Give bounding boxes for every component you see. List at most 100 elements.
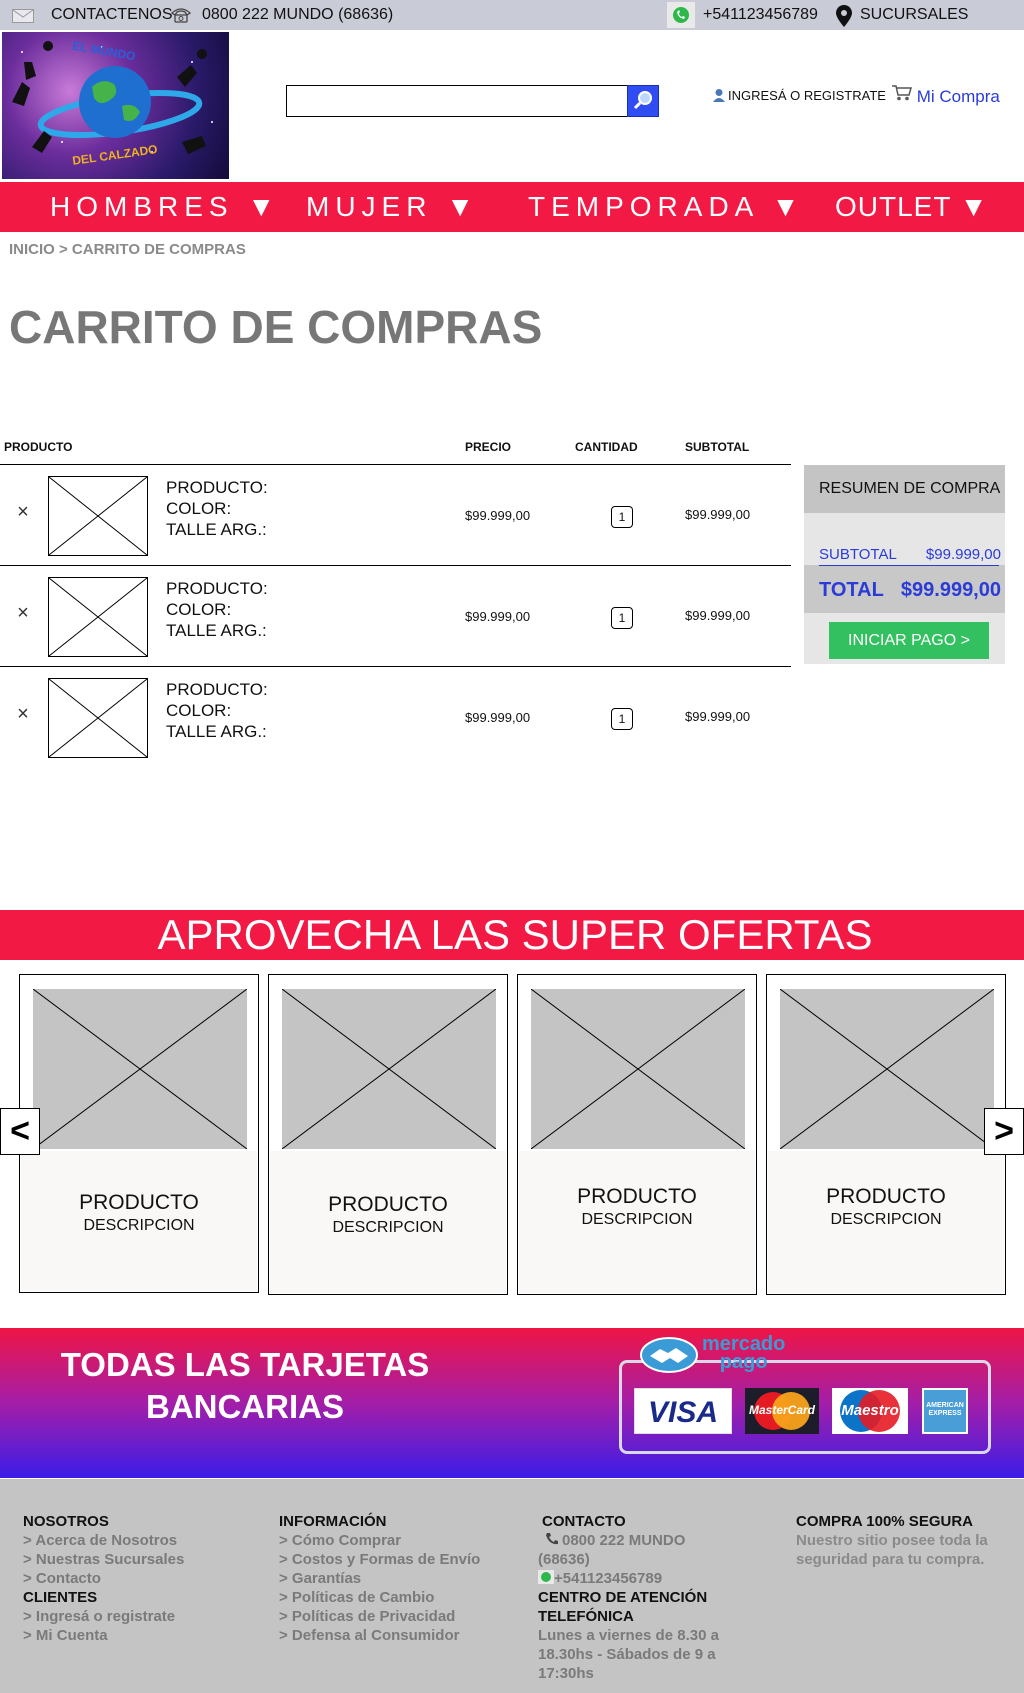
remove-item-icon[interactable]: × [14, 502, 32, 522]
phone-number[interactable]: 0800 222 MUNDO (68636) [202, 0, 393, 30]
handshake-icon [640, 1337, 698, 1373]
summary-subtotal-value: $99.999,00 [925, 546, 1001, 563]
cart-link[interactable]: Mi Compra [892, 85, 1000, 107]
footer-link[interactable]: > Acerca de Nosotros [23, 1531, 184, 1550]
product-name-label: PRODUCTO: [166, 579, 268, 598]
product-info: PRODUCTO: COLOR: TALLE ARG.: [166, 679, 268, 742]
offer-card[interactable]: PRODUCTO DESCRIPCION [268, 974, 508, 1295]
product-color-label: COLOR: [166, 600, 232, 619]
login-label: INGRESÁ O REGISTRATE [728, 88, 886, 103]
item-price: $99.999,00 [465, 508, 531, 523]
footer-link[interactable]: > Políticas de Privacidad [279, 1607, 480, 1626]
quantity-field[interactable]: 1 [611, 708, 633, 730]
footer-heading: CLIENTES [23, 1589, 98, 1606]
footer-link[interactable]: > Defensa al Consumidor [279, 1626, 480, 1645]
amex-logo: AMERICAN EXPRESS [922, 1388, 968, 1434]
page-title: CARRITO DE COMPRAS [9, 301, 543, 353]
shopping-cart-icon [892, 85, 912, 101]
maestro-logo: Maestro [832, 1388, 908, 1434]
product-thumbnail [48, 678, 148, 758]
product-image-placeholder [282, 989, 496, 1149]
footer-heading: NOSOTROS [23, 1513, 109, 1530]
product-name-label: PRODUCTO: [166, 478, 268, 497]
footer-heading: CENTRO DE ATENCIÓN [538, 1589, 708, 1606]
store-logo[interactable]: EL MUNDO DEL CALZADO [2, 32, 229, 179]
product-image-placeholder [780, 989, 994, 1149]
whatsapp-number[interactable]: +541123456789 [703, 0, 818, 30]
footer-heading: COMPRA 100% SEGURA [796, 1513, 973, 1530]
product-size-label: TALLE ARG.: [166, 621, 267, 640]
footer-link[interactable]: > Cómo Comprar [279, 1531, 480, 1550]
offer-product-name: PRODUCTO [577, 1185, 697, 1208]
remove-item-icon[interactable]: × [14, 704, 32, 724]
offer-product-name: PRODUCTO [328, 1193, 448, 1216]
footer-hours: 18.30hs - Sábados de 9 a [538, 1646, 716, 1663]
footer-link[interactable]: > Ingresá o registrate [23, 1607, 184, 1626]
footer-phone-text: 0800 222 MUNDO [562, 1532, 686, 1549]
search-input[interactable] [286, 85, 628, 117]
quantity-field[interactable]: 1 [611, 506, 633, 528]
visa-text: VISA [647, 1396, 719, 1429]
footer-text: Nuestro sitio posee toda la [796, 1532, 988, 1549]
footer-link[interactable]: > Políticas de Cambio [279, 1588, 480, 1607]
footer-link[interactable]: > Mi Cuenta [23, 1626, 184, 1645]
footer-whatsapp[interactable]: +541123456789 [538, 1569, 743, 1588]
footer-link[interactable]: > Costos y Formas de Envío [279, 1550, 480, 1569]
footer-link[interactable]: > Nuestras Sucursales [23, 1550, 184, 1569]
summary-title: RESUMEN DE COMPRA [804, 465, 1005, 513]
checkout-button[interactable]: INICIAR PAGO > [829, 622, 989, 659]
offer-card[interactable]: PRODUCTO DESCRIPCION [517, 974, 757, 1295]
login-link[interactable]: INGRESÁ O REGISTRATE [712, 88, 886, 103]
whatsapp-icon [667, 2, 695, 28]
offer-product-description: DESCRIPCION [830, 1211, 942, 1228]
breadcrumb[interactable]: INICIO > CARRITO DE COMPRAS [9, 241, 246, 258]
whatsapp-icon [538, 1570, 554, 1584]
quantity-field[interactable]: 1 [611, 607, 633, 629]
carousel-prev-button[interactable]: < [0, 1108, 40, 1155]
amex-text: AMERICAN EXPRESS [926, 1402, 964, 1417]
footer-link[interactable]: > Garantías [279, 1569, 480, 1588]
visa-card-logo: VISA [634, 1388, 732, 1434]
item-subtotal: $99.999,00 [685, 608, 751, 623]
table-divider [0, 464, 791, 465]
footer-whatsapp-text: +541123456789 [554, 1570, 663, 1587]
product-color-label: COLOR: [166, 499, 232, 518]
column-header-price: PRECIO [465, 440, 512, 454]
location-pin-icon [836, 5, 852, 27]
user-icon [713, 89, 725, 102]
subtotal-divider [819, 565, 999, 566]
offer-product-description: DESCRIPCION [83, 1217, 195, 1234]
contact-link[interactable]: CONTACTENOS [51, 0, 172, 30]
footer-phone[interactable]: 0800 222 MUNDO [538, 1531, 743, 1550]
summary-subtotal-label: SUBTOTAL [819, 546, 897, 563]
top-bar: CONTACTENOS 0800 222 MUNDO (68636) +5411… [0, 0, 1024, 30]
search-button[interactable] [627, 85, 659, 117]
nav-item-temporada[interactable]: TEMPORADA ▼ [528, 182, 805, 232]
footer-link[interactable]: > Contacto [23, 1569, 184, 1588]
nav-item-mujer[interactable]: MUJER ▼ [306, 182, 480, 232]
remove-item-icon[interactable]: × [14, 603, 32, 623]
product-size-label: TALLE ARG.: [166, 722, 267, 741]
footer-hours: Lunes a viernes de 8.30 a [538, 1627, 719, 1644]
table-divider [0, 565, 791, 566]
column-header-quantity: CANTIDAD [575, 440, 638, 454]
nav-item-outlet[interactable]: OUTLET ▼ [835, 182, 988, 232]
offer-card[interactable]: PRODUCTO DESCRIPCION [766, 974, 1006, 1295]
branches-link[interactable]: SUCURSALES [860, 0, 968, 30]
mail-icon [12, 9, 34, 23]
cart-label: Mi Compra [916, 87, 1000, 106]
product-size-label: TALLE ARG.: [166, 520, 267, 539]
carousel-next-button[interactable]: > [984, 1108, 1024, 1155]
table-divider [0, 666, 791, 667]
main-nav: HOMBRES ▼ MUJER ▼ TEMPORADA ▼ OUTLET ▼ [0, 182, 1024, 232]
offer-product-description: DESCRIPCION [581, 1211, 693, 1228]
product-info: PRODUCTO: COLOR: TALLE ARG.: [166, 477, 268, 540]
offer-card[interactable]: PRODUCTO DESCRIPCION [19, 974, 259, 1293]
footer-heading: INFORMACIÓN [279, 1513, 387, 1530]
nav-item-hombres[interactable]: HOMBRES ▼ [50, 182, 281, 232]
order-summary: RESUMEN DE COMPRA SUBTOTAL $99.999,00 TO… [804, 465, 1005, 664]
mercado-pago-line-2: pago [719, 1351, 768, 1373]
item-subtotal: $99.999,00 [685, 507, 751, 522]
product-thumbnail [48, 476, 148, 556]
footer-text: seguridad para tu compra. [796, 1551, 985, 1568]
